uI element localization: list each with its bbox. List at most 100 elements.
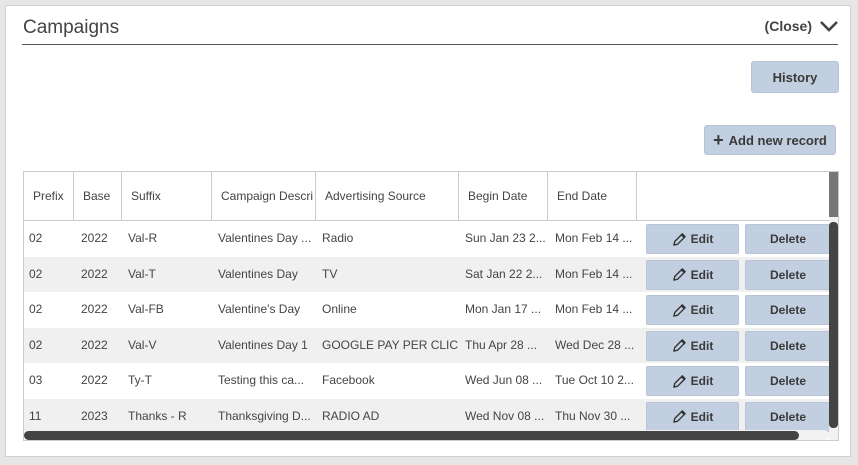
cell-prefix: 03 [29,373,43,387]
cell-begin: Wed Nov 08 ... [465,408,545,423]
cell-prefix: 02 [29,266,43,281]
cell-end: Mon Feb 14 ... [555,231,633,245]
cell-base: 2022 [81,373,108,387]
delete-button[interactable]: Delete [745,295,831,325]
edit-button[interactable]: Edit [646,401,739,432]
edit-label: Edit [690,409,714,424]
pencil-icon [672,232,686,246]
campaigns-panel: Campaigns (Close) History + Add new reco… [5,5,851,457]
cell-begin: Thu Apr 28 ... [465,337,538,352]
edit-button[interactable]: Edit [646,224,739,254]
delete-label: Delete [769,232,807,246]
plus-icon: + [713,130,724,150]
cell-begin: Mon Jan 17 ... [465,302,542,316]
cell-begin: Sun Jan 23 2... [465,231,546,245]
table-row[interactable]: 11 2023 Thanks - R Thanksgiving D... RADIO A… [24,398,831,434]
cell-base: 2022 [81,231,108,245]
column-header-begin-date[interactable]: Begin Date [459,172,548,220]
vertical-scrollbar-header-part [829,172,838,217]
campaigns-table: Prefix Base Suffix Campaign Descri Adver… [23,171,839,441]
horizontal-scrollbar-thumb[interactable] [24,431,799,440]
delete-label: Delete [769,303,807,317]
column-header-base[interactable]: Base [74,172,122,220]
cell-source: RADIO AD [322,408,380,423]
table-row[interactable]: 02 2022 Val-R Valentines Day ... Radio Sun Ja… [24,221,831,256]
pencil-icon [672,374,686,388]
cell-end: Mon Feb 14 ... [555,302,633,316]
delete-label: Delete [769,338,807,353]
cell-source: TV [322,266,338,281]
cell-prefix: 11 [29,408,42,423]
cell-prefix: 02 [29,302,43,316]
delete-label: Delete [769,267,807,282]
column-header-suffix[interactable]: Suffix [122,172,212,220]
column-header-campaign-description[interactable]: Campaign Descri [212,172,316,220]
cell-source: GOOGLE PAY PER CLICK [322,337,458,352]
cell-end: Tue Oct 10 2... [555,373,634,387]
delete-button[interactable]: Delete [745,259,831,290]
pencil-icon [672,339,686,352]
cell-prefix: 02 [29,231,43,245]
cell-suffix: Ty-T [128,373,152,387]
edit-label: Edit [690,374,714,388]
cell-base: 2022 [81,302,108,316]
pencil-icon [672,303,686,317]
panel-header: Campaigns (Close) [22,14,838,45]
history-label: History [772,69,818,85]
close-toggle[interactable]: (Close) [765,18,838,34]
cell-end: Wed Dec 28 ... [555,337,635,352]
table-row[interactable]: 03 2022 Ty-T Testing this ca... Facebook Wed … [24,363,831,398]
cell-source: Facebook [322,373,375,387]
edit-label: Edit [690,303,714,317]
cell-prefix: 02 [29,337,43,352]
column-header-actions [637,172,829,220]
cell-suffix: Val-R [128,231,158,245]
column-header-advertising-source[interactable]: Advertising Source [316,172,459,220]
add-new-record-label: Add new record [728,132,827,148]
cell-suffix: Val-FB [128,302,164,316]
delete-button[interactable]: Delete [745,330,831,361]
cell-description: Valentines Day ... [218,231,312,245]
cell-base: 2022 [81,337,108,352]
cell-description: Valentines Day [218,266,298,281]
delete-button[interactable]: Delete [745,401,831,432]
edit-label: Edit [690,267,714,282]
cell-source: Online [322,302,357,316]
cell-description: Valentines Day 1 [218,337,308,352]
cell-suffix: Val-V [128,337,157,352]
chevron-down-icon[interactable] [820,20,838,32]
cell-begin: Wed Jun 08 ... [465,373,543,387]
table-row[interactable]: 02 2022 Val-FB Valentine's Day Online Mon Jan… [24,292,831,327]
table-header: Prefix Base Suffix Campaign Descri Adver… [24,172,838,221]
delete-label: Delete [769,374,807,388]
cell-suffix: Thanks - R [128,408,187,423]
panel-title: Campaigns [23,17,120,38]
delete-button[interactable]: Delete [745,224,831,254]
cell-suffix: Val-T [128,266,156,281]
cell-end: Mon Feb 14 ... [555,266,633,281]
cell-end: Thu Nov 30 ... [555,408,631,423]
delete-label: Delete [769,409,807,424]
edit-button[interactable]: Edit [646,330,739,361]
edit-button[interactable]: Edit [646,259,739,290]
pencil-icon [672,268,686,281]
close-label[interactable]: (Close) [765,18,812,34]
edit-button[interactable]: Edit [646,366,739,396]
column-header-end-date[interactable]: End Date [548,172,637,220]
cell-description: Testing this ca... [218,373,305,387]
delete-button[interactable]: Delete [745,366,831,396]
vertical-scrollbar-thumb[interactable] [829,222,838,428]
cell-begin: Sat Jan 22 2... [465,266,543,281]
column-header-prefix[interactable]: Prefix [24,172,74,220]
cell-description: Thanksgiving D... [218,408,311,423]
add-new-record-button[interactable]: + Add new record [704,125,836,155]
edit-label: Edit [690,232,714,246]
cell-base: 2022 [81,266,108,281]
cell-source: Radio [322,231,354,245]
history-button[interactable]: History [751,61,839,93]
edit-label: Edit [690,338,714,353]
edit-button[interactable]: Edit [646,295,739,325]
table-row[interactable]: 02 2022 Val-V Valentines Day 1 GOOGLE PAY PE… [24,327,831,363]
table-row[interactable]: 02 2022 Val-T Valentines Day TV Sat Jan 22 2.… [24,256,831,292]
pencil-icon [672,410,686,423]
